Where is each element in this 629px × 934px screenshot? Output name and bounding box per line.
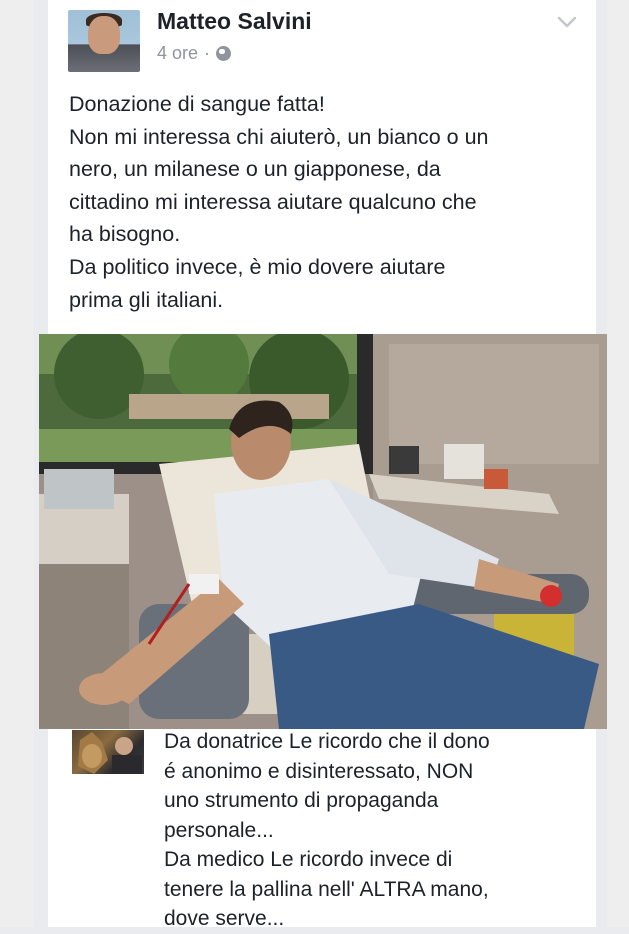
right-gutter (607, 0, 629, 927)
post-time[interactable]: 4 ore (157, 43, 198, 64)
post-text: Donazione di sangue fatta! Non mi intere… (69, 88, 589, 316)
comment-text-line: dove serve... (164, 907, 285, 930)
commenter-avatar[interactable] (72, 730, 144, 774)
comment-text-line: Da medico Le ricordo invece di (164, 848, 453, 871)
post-text-line: nero, un milanese o un giapponese, da (69, 157, 441, 182)
comment-text-line: uno strumento di propaganda (164, 789, 439, 812)
post-text-line: prima gli italiani. (69, 287, 224, 312)
comment-text-line: tenere la pallina nell' ALTRA mano, (164, 877, 489, 901)
comment-text-line: personale... (164, 818, 274, 842)
post-text-line: ha bisogno. (69, 222, 181, 247)
comment-text-line: é anonimo e disinteressato, NON (164, 759, 474, 783)
comment-text: Da donatrice Le ricordo che il dono é an… (164, 727, 604, 934)
post-text-line: Donazione di sangue fatta! (69, 92, 325, 116)
post-meta: 4 ore · (157, 43, 232, 64)
author-name[interactable]: Matteo Salvini (157, 8, 312, 35)
meta-separator: · (204, 43, 211, 63)
post-text-line: Non mi interessa chi aiuterò, un bianco … (69, 124, 489, 149)
photo-illustration (39, 334, 607, 729)
left-gutter (0, 0, 34, 927)
chevron-down-icon[interactable] (556, 14, 578, 30)
avatar-face (88, 16, 120, 54)
comment-text-line: Da donatrice Le ricordo che il dono (164, 730, 490, 753)
author-avatar[interactable] (68, 10, 140, 72)
globe-icon (216, 46, 232, 61)
post-photo[interactable] (39, 334, 607, 729)
post-text-line: Da politico invece, è mio dovere aiutare (69, 254, 446, 279)
commenter-avatar-illustration (78, 732, 142, 774)
post-text-line: cittadino mi interessa aiutare qualcuno … (69, 189, 477, 214)
